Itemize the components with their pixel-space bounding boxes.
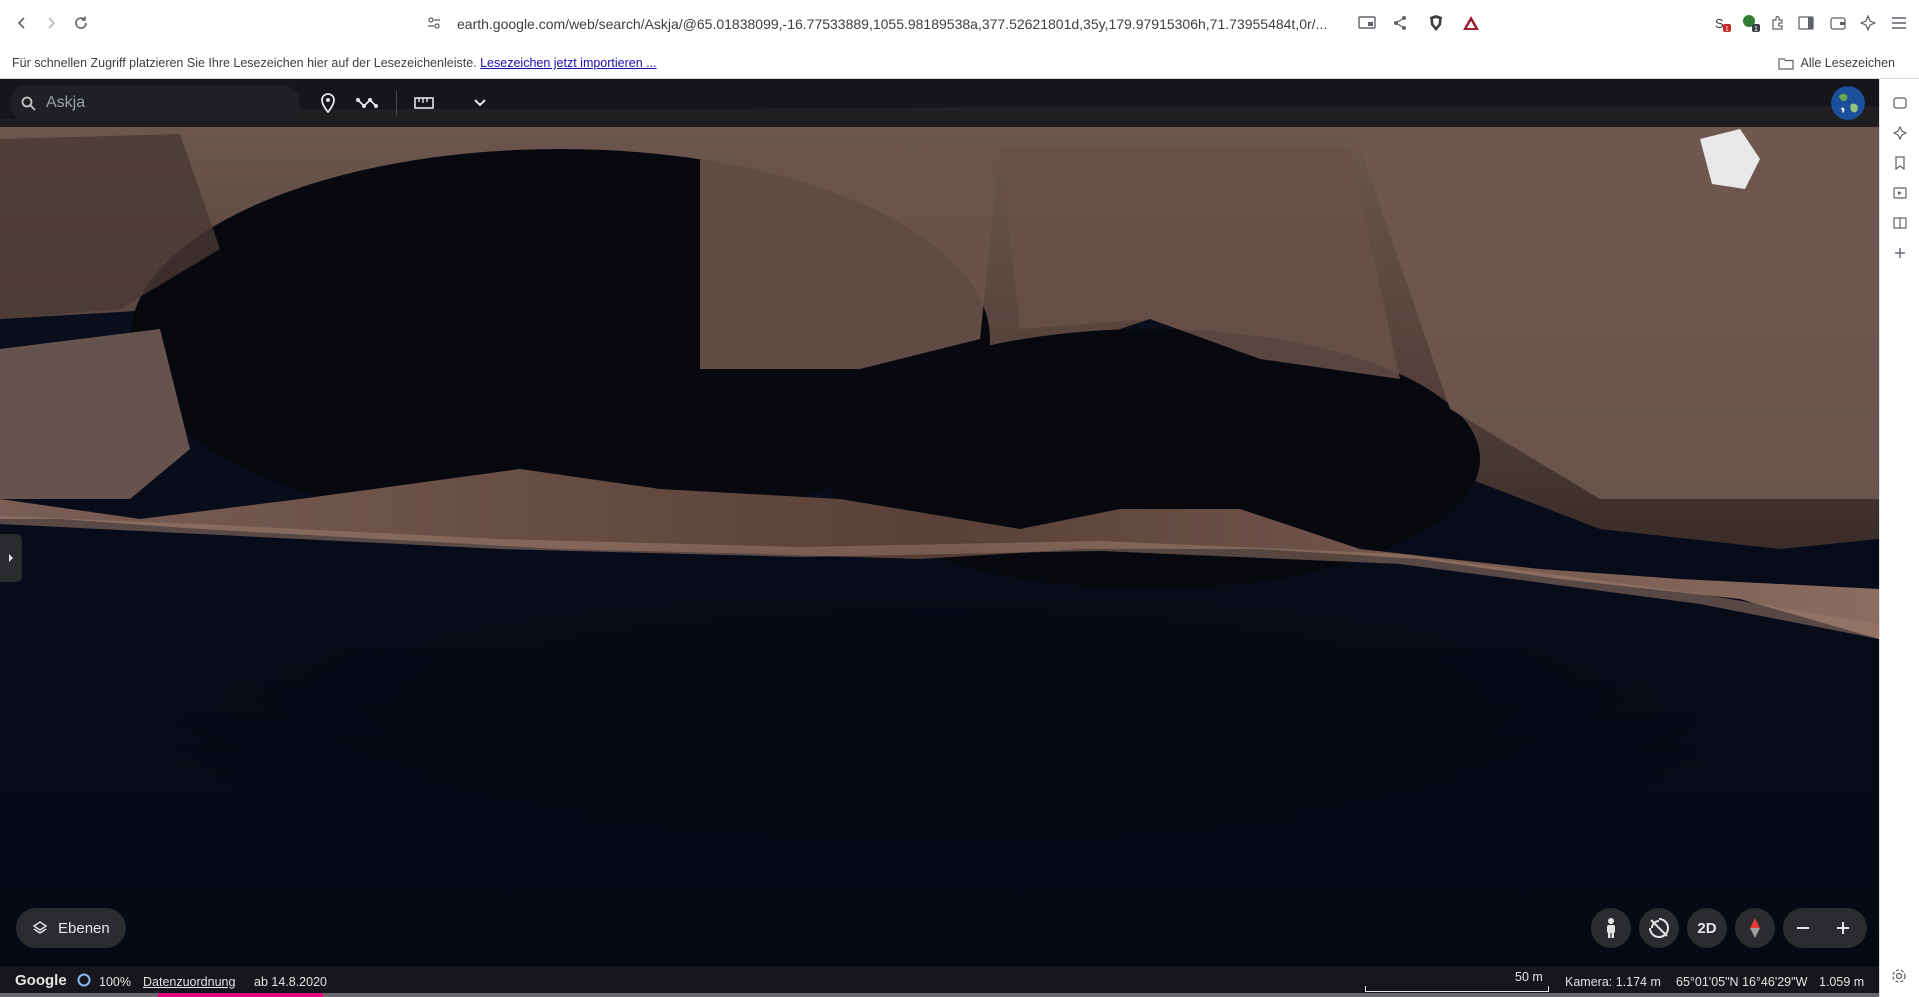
brave-rewards-icon[interactable] [1458,10,1484,36]
folder-icon [1778,57,1795,70]
menu-icon[interactable] [1886,10,1912,36]
placemark-icon[interactable] [312,89,344,117]
wallet-icon[interactable] [1888,91,1912,115]
pegman-button[interactable] [1591,908,1631,948]
elevation: 1.059 m [1819,975,1865,989]
brave-shield-icon[interactable] [1423,10,1449,36]
compass-button[interactable] [1735,908,1775,948]
extension-icon[interactable]: S1 [1709,10,1735,36]
url-text[interactable]: earth.google.com/web/search/Askja/@65.01… [457,16,1327,32]
chevron-right-icon [9,554,13,562]
zoom-in-icon[interactable] [1823,908,1863,948]
browser-toolbar: earth.google.com/web/search/Askja/@65.01… [0,0,1919,47]
globe-icon[interactable] [1831,86,1865,120]
google-logo: Google [15,972,67,989]
leo-icon[interactable] [1855,10,1881,36]
svg-text:S: S [1715,16,1724,31]
layers-button[interactable]: Ebenen [16,908,126,948]
imagery-date: ab 14.8.2020 [254,975,327,989]
path-icon[interactable] [352,89,384,117]
side-panel-toggle[interactable] [0,534,22,582]
search-input[interactable] [46,94,286,112]
earth-map-viewport[interactable]: Ebenen 2D Google 100% Date [0,79,1879,997]
ruler-icon[interactable] [408,89,440,117]
extension-badge: 1 [1725,26,1729,32]
share-icon[interactable] [1387,10,1413,36]
toolbar-separator [396,91,397,115]
bookmarks-message-row: Für schnellen Zugriff platzieren Sie Ihr… [12,56,657,70]
bookmark-icon[interactable] [1888,151,1912,175]
chevron-down-icon[interactable] [464,89,496,117]
all-bookmarks-button[interactable]: Alle Lesezeichen [1778,56,1895,70]
tilt-button[interactable] [1639,908,1679,948]
wallet-icon[interactable] [1825,10,1851,36]
data-attribution-link[interactable]: Datenzuordnung [143,975,235,989]
cast-icon[interactable] [1354,10,1380,36]
zoom-out-icon[interactable] [1783,908,1823,948]
sidebar-icon[interactable] [1793,10,1819,36]
taskbar-strip [0,993,1879,997]
browser-side-panel [1879,79,1919,997]
load-percent: 100% [99,975,131,989]
scale-bar [1365,986,1549,992]
bookmarks-message: Für schnellen Zugriff platzieren Sie Ihr… [12,56,477,70]
extension-icon[interactable] [1765,10,1791,36]
tilt-icon [1649,918,1669,938]
layers-label: Ebenen [58,919,110,937]
all-bookmarks-label: Alle Lesezeichen [1800,56,1895,70]
taskbar-accent [158,993,323,997]
zoom-controls [1783,908,1867,948]
view-2d-button[interactable]: 2D [1687,908,1727,948]
forward-icon[interactable] [38,10,64,36]
scale-label: 50 m [1515,970,1543,984]
camera-altitude: Kamera: 1.174 m [1565,975,1661,989]
search-box[interactable] [10,85,300,121]
layers-icon [32,921,48,934]
terrain-imagery[interactable] [0,79,1879,997]
import-bookmarks-link[interactable]: Lesezeichen jetzt importieren ... [480,56,656,70]
coordinates: 65°01'05"N 16°46'29"W [1676,975,1808,989]
search-icon[interactable] [10,96,46,111]
browser-window: earth.google.com/web/search/Askja/@65.01… [0,0,1919,997]
playlist-icon[interactable] [1888,181,1912,205]
reload-icon[interactable] [68,10,94,36]
add-icon[interactable] [1888,241,1912,265]
settings-icon[interactable] [1886,963,1912,989]
back-icon[interactable] [9,10,35,36]
pegman-icon [1607,918,1615,938]
compass-icon [1750,918,1760,938]
bookmarks-bar: Für schnellen Zugriff platzieren Sie Ihr… [0,47,1919,79]
earth-toolbar [0,79,1879,127]
site-settings-icon[interactable] [421,10,447,36]
extension-icon[interactable]: 1 [1738,10,1764,36]
loading-ring-icon [77,973,91,990]
leo-icon[interactable] [1888,121,1912,145]
extension-badge: 1 [1754,26,1758,32]
address-bar[interactable]: earth.google.com/web/search/Askja/@65.01… [377,7,1499,40]
reading-list-icon[interactable] [1888,211,1912,235]
